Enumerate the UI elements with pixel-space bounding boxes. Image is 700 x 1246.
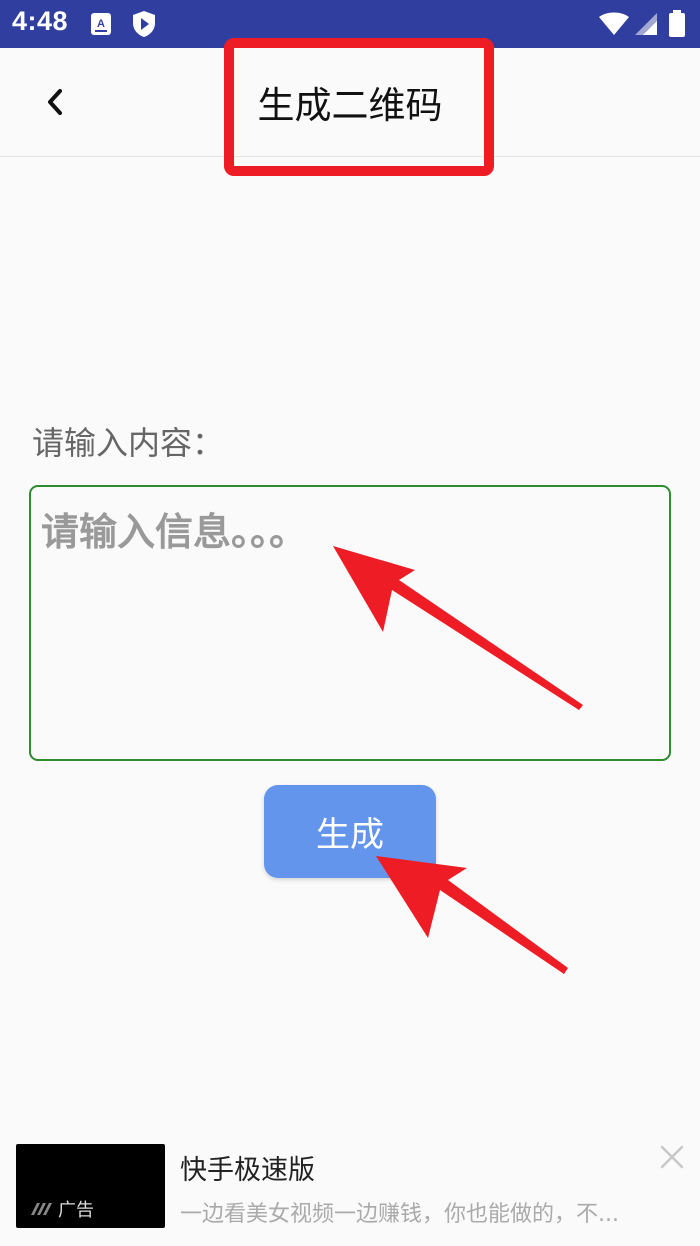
ad-logo-icon: [31, 1203, 52, 1215]
battery-icon: [668, 10, 686, 42]
close-icon: [660, 1145, 684, 1169]
status-time: 4:48: [12, 6, 69, 36]
annotation-arrow-button: [376, 856, 568, 974]
ad-banner[interactable]: 广告 快手极速版 一边看美女视频一边赚钱，你也能做的，不...: [0, 1130, 700, 1246]
annotation-arrow-input: [333, 546, 583, 710]
title-highlight-box: [224, 38, 494, 176]
ad-description[interactable]: 一边看美女视频一边赚钱，你也能做的，不...: [180, 1196, 650, 1228]
ad-title[interactable]: 快手极速版: [180, 1148, 315, 1187]
content-label: 请输入内容：: [32, 424, 225, 462]
wifi-icon: [598, 12, 630, 40]
ad-close-button[interactable]: [657, 1142, 687, 1172]
shield-play-icon: [132, 10, 156, 42]
svg-text:A: A: [97, 18, 105, 30]
toolbar: 生成二维码: [0, 38, 700, 176]
ad-thumbnail[interactable]: 广告: [16, 1144, 165, 1228]
signal-icon: [634, 12, 658, 40]
ad-badge-label: 广告: [58, 1200, 94, 1221]
font-download-icon: A: [90, 12, 112, 40]
ad-badge: 广告: [30, 1196, 94, 1222]
